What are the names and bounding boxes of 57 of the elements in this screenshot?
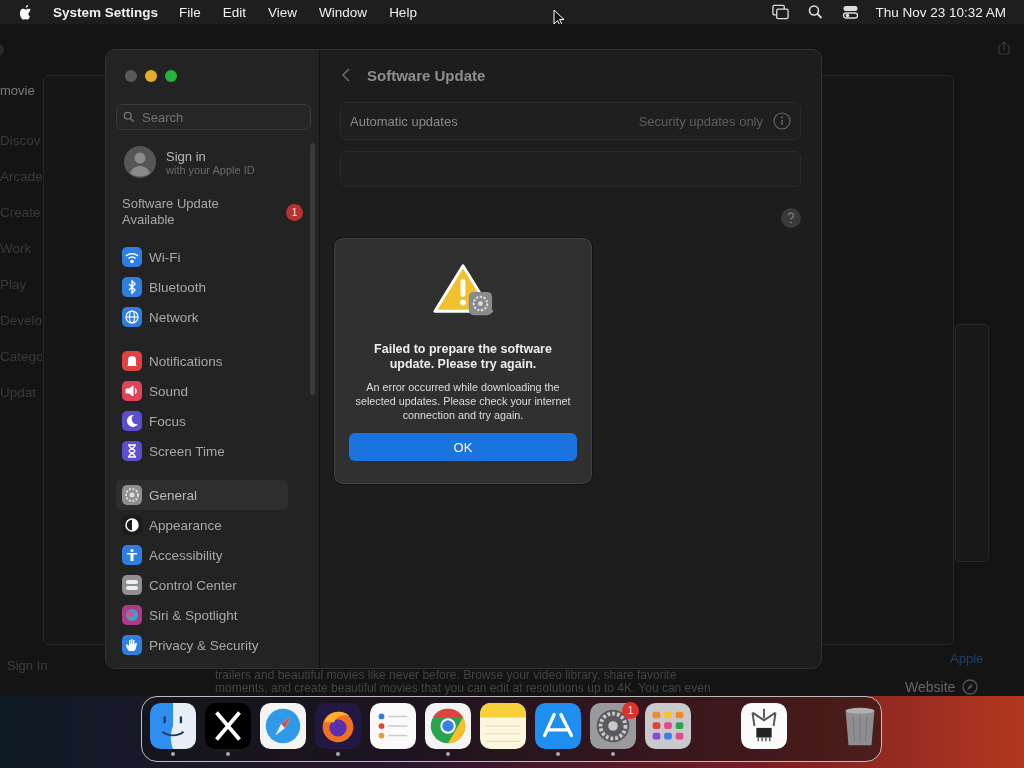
sidebar-item[interactable]: Screen Time xyxy=(116,436,288,466)
sidebar-item[interactable]: Siri & Spotlight xyxy=(116,600,288,630)
menu-item[interactable]: Edit xyxy=(222,4,247,20)
ok-button[interactable]: OK xyxy=(349,433,577,461)
clock[interactable]: Thu Nov 23 10:32 AM xyxy=(875,4,1006,20)
sign-in-label[interactable]: Sign in xyxy=(166,148,255,164)
firefox-app-icon[interactable] xyxy=(315,702,361,749)
menu-item[interactable]: File xyxy=(179,4,201,20)
sidebar-item[interactable]: Control Center xyxy=(116,570,288,600)
sidebar-item[interactable]: Bluetooth xyxy=(116,272,288,302)
help-icon[interactable] xyxy=(781,208,801,228)
sidebar-item[interactable]: Focus xyxy=(116,406,288,436)
notification-badge: 1 xyxy=(286,203,303,221)
avatar-icon[interactable] xyxy=(124,146,156,178)
compass-icon xyxy=(962,679,979,695)
sidebar-item[interactable]: General xyxy=(116,480,288,510)
x-app-icon[interactable] xyxy=(205,702,251,749)
page-title: Software Update xyxy=(367,66,486,84)
screen-mirroring-icon[interactable] xyxy=(772,4,790,20)
search-field[interactable]: Search xyxy=(116,104,311,130)
menu-item[interactable]: Window xyxy=(319,4,368,20)
launchpad-app-icon[interactable] xyxy=(645,702,691,749)
appstore-app-icon[interactable] xyxy=(535,702,581,749)
info-icon[interactable] xyxy=(773,112,791,130)
notes-app-icon[interactable] xyxy=(480,702,526,749)
menu-item[interactable]: View xyxy=(268,4,298,20)
sidebar-item[interactable]: Appearance xyxy=(116,510,288,540)
menu-item[interactable]: Help xyxy=(389,4,417,20)
sidebar-item[interactable]: Network xyxy=(116,302,288,332)
calipers-app-icon[interactable] xyxy=(741,702,787,749)
update-notice[interactable]: Software Update Available xyxy=(122,196,242,228)
minimize-button[interactable] xyxy=(145,70,157,82)
scrollbar[interactable] xyxy=(310,143,315,395)
dialog-message: An error occurred while downloading the selected updates. Please check your internet connection and try again. xyxy=(354,380,572,422)
app-menu[interactable]: System Settings xyxy=(53,4,159,20)
dialog-title: Failed to prepare the software update. Please try again. xyxy=(373,342,553,372)
warning-icon xyxy=(432,262,494,318)
search-icon xyxy=(123,111,135,123)
safari-app-icon[interactable] xyxy=(260,702,306,749)
automatic-updates-row[interactable]: Automatic updates Security updates only xyxy=(340,102,801,140)
sidebar-item[interactable]: Accessibility xyxy=(116,540,288,570)
sidebar-item[interactable]: Notifications xyxy=(116,346,288,376)
row-label: Automatic updates xyxy=(350,113,459,129)
control-center-icon[interactable] xyxy=(842,4,860,20)
sidebar-item[interactable]: Wi-Fi xyxy=(116,242,288,272)
sidebar-item[interactable]: Sound xyxy=(116,376,288,406)
search-icon[interactable] xyxy=(807,4,825,20)
row-value: Security updates only xyxy=(638,113,763,129)
reminders-app-icon[interactable] xyxy=(370,702,416,749)
chrome-app-icon[interactable] xyxy=(425,702,471,749)
finder-app-icon[interactable] xyxy=(150,702,196,749)
window-title: movie xyxy=(0,83,35,98)
zoom-button[interactable] xyxy=(165,70,177,82)
apple-id-hint: with your Apple ID xyxy=(166,163,255,176)
back-icon[interactable] xyxy=(342,68,350,82)
sidebar-item[interactable]: Privacy & Security xyxy=(116,630,288,660)
apple-logo-icon[interactable] xyxy=(18,4,33,20)
